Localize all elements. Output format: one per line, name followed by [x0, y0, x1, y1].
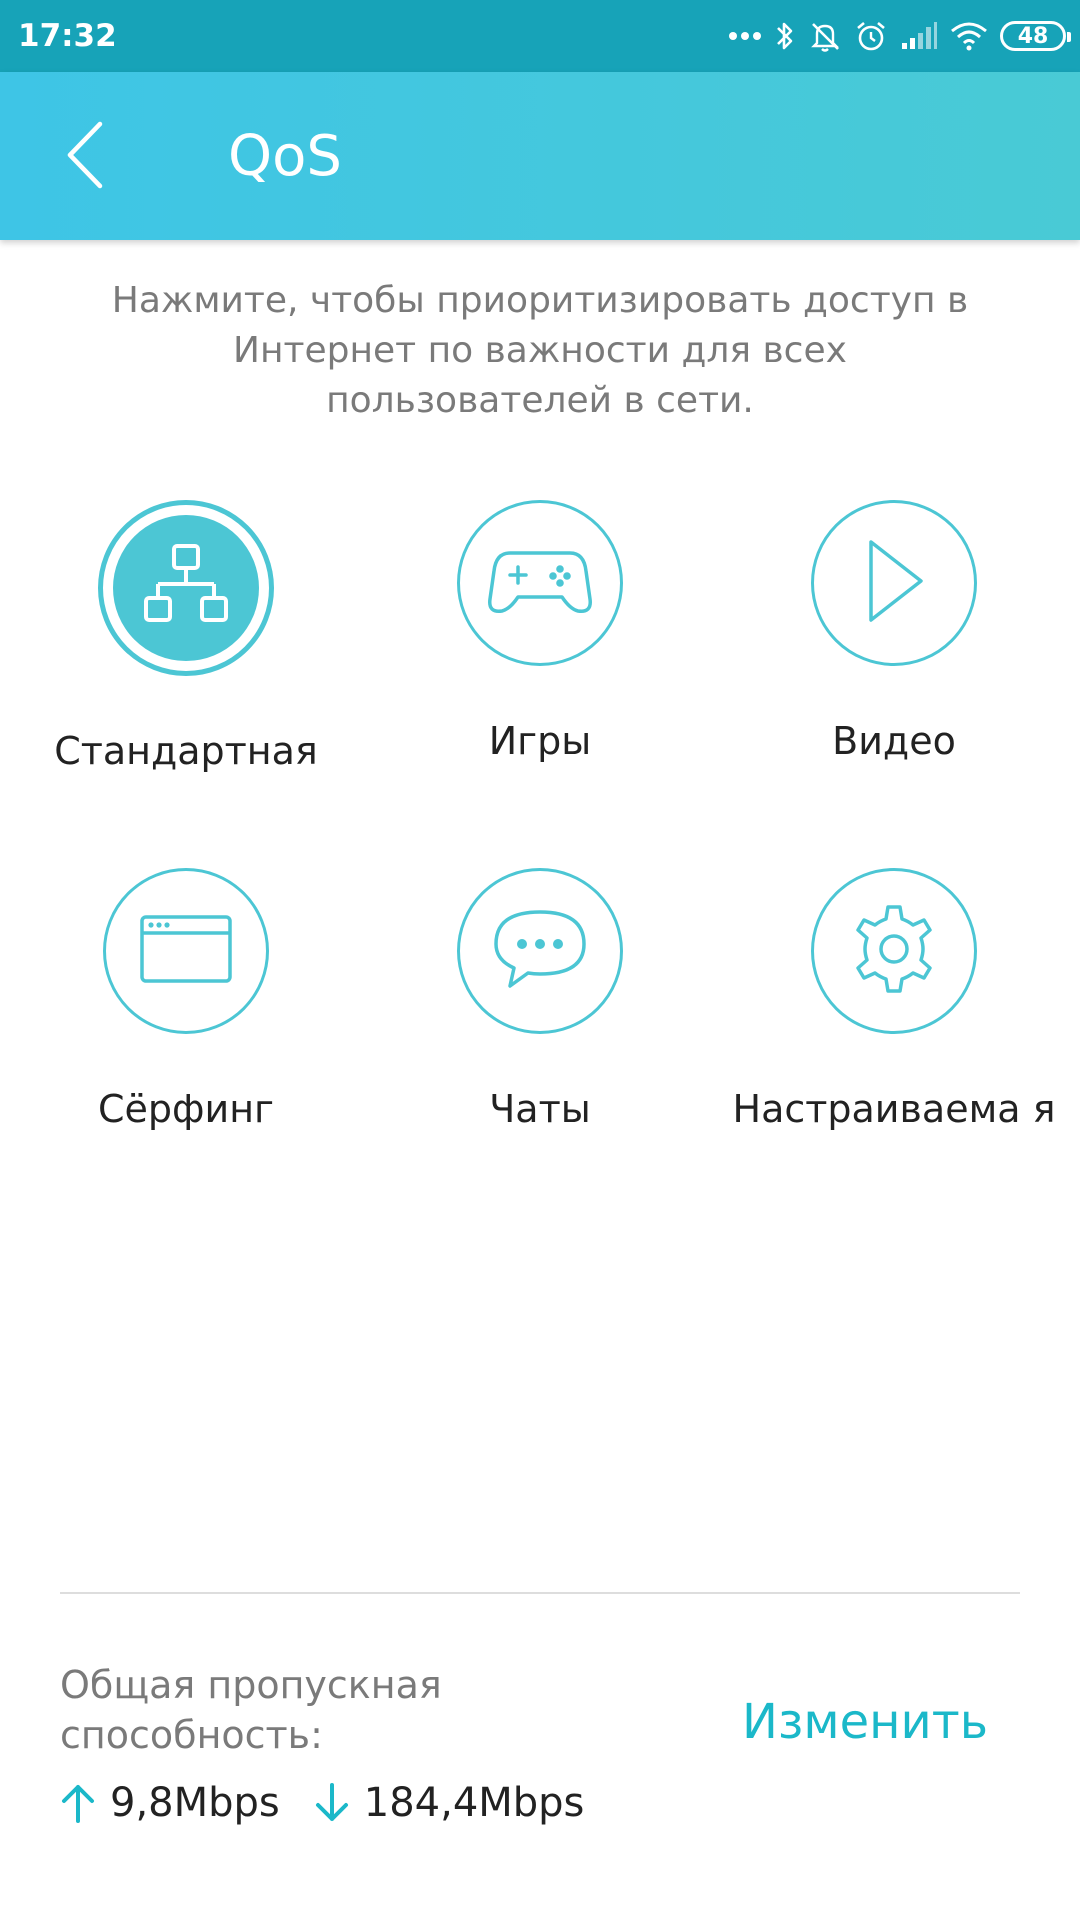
- mode-surfing[interactable]: Сёрфинг: [16, 868, 356, 1134]
- mode-chats[interactable]: Чаты: [370, 868, 710, 1134]
- battery-icon: 48: [1000, 21, 1071, 51]
- app-header: QoS: [0, 72, 1080, 240]
- upload-speed: 9,8Mbps: [110, 1780, 280, 1826]
- bandwidth-speeds: 9,8Mbps 184,4Mbps: [60, 1778, 618, 1828]
- bandwidth-label: Общая пропускная способность:: [60, 1663, 442, 1757]
- status-bar: 17:32 48: [0, 0, 1080, 72]
- mode-custom-label: Настраиваема я: [732, 1087, 1056, 1131]
- bluetooth-icon: [774, 19, 796, 53]
- change-bandwidth-button[interactable]: Изменить: [742, 1692, 988, 1752]
- alarm-icon: [854, 19, 888, 53]
- download-arrow-icon: [314, 1783, 350, 1823]
- upload-arrow-icon: [60, 1783, 96, 1823]
- mode-video[interactable]: Видео: [724, 500, 1064, 766]
- mode-standard[interactable]: Стандартная: [16, 500, 356, 776]
- browser-window-icon: [138, 913, 234, 989]
- gear-icon: [844, 899, 944, 1003]
- battery-level: 48: [1017, 23, 1049, 49]
- download-speed: 184,4Mbps: [363, 1780, 585, 1826]
- back-button[interactable]: [46, 112, 126, 202]
- network-tree-icon: [136, 536, 236, 640]
- status-time: 17:32: [18, 18, 117, 54]
- mode-surfing-label: Сёрфинг: [97, 1087, 275, 1131]
- mode-standard-circle: [98, 500, 274, 676]
- mode-custom-circle: [811, 868, 977, 1034]
- play-icon: [859, 536, 929, 630]
- chat-bubble-icon: [490, 906, 590, 996]
- mode-chats-circle: [457, 868, 623, 1034]
- mode-video-label: Видео: [832, 719, 956, 763]
- page-title: QoS: [228, 124, 342, 189]
- mode-chats-label: Чаты: [489, 1087, 591, 1131]
- mode-games-circle: [457, 500, 623, 666]
- more-dots-icon: [728, 30, 762, 42]
- chevron-left-icon: [64, 120, 108, 194]
- gamepad-icon: [488, 545, 592, 621]
- silent-icon: [808, 19, 842, 53]
- mode-surfing-circle: [103, 868, 269, 1034]
- mode-games-label: Игры: [488, 719, 592, 763]
- mode-custom[interactable]: Настраиваема я: [724, 868, 1064, 1134]
- mode-standard-label: Стандартная: [54, 729, 318, 773]
- divider: [60, 1592, 1020, 1594]
- signal-icon: [900, 21, 938, 51]
- status-icons: 48: [728, 14, 1071, 58]
- mode-video-circle: [811, 500, 977, 666]
- description-text: Нажмите, чтобы приоритизировать доступ в…: [111, 280, 969, 421]
- wifi-icon: [950, 21, 988, 51]
- mode-games[interactable]: Игры: [370, 500, 710, 766]
